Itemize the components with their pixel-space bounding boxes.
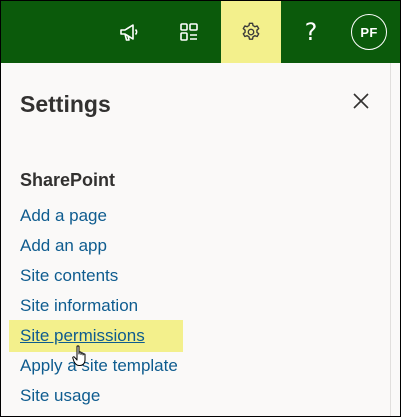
app-launcher-button[interactable]	[167, 1, 211, 63]
app-tiles-icon	[180, 23, 198, 41]
avatar[interactable]: PF	[351, 14, 387, 50]
settings-panel: Settings SharePoint Add a page Add an ap…	[1, 63, 391, 416]
gear-icon	[242, 22, 260, 40]
panel-title: Settings	[20, 91, 111, 117]
whats-new-button[interactable]	[107, 1, 151, 63]
help-button[interactable]: ?	[289, 1, 333, 63]
link-site-information[interactable]: Site information	[20, 293, 138, 319]
link-add-app[interactable]: Add an app	[20, 233, 107, 259]
settings-button[interactable]	[221, 1, 281, 63]
close-button[interactable]	[349, 89, 373, 113]
close-icon	[353, 93, 369, 109]
link-add-page[interactable]: Add a page	[20, 203, 107, 229]
section-title: SharePoint	[20, 170, 116, 190]
avatar-initials: PF	[360, 24, 378, 40]
settings-screenshot: ? PF Settings SharePoint Add a page Add …	[0, 0, 401, 417]
megaphone-icon	[120, 24, 138, 41]
help-icon: ?	[304, 18, 318, 46]
suite-header: ? PF	[1, 1, 400, 63]
link-site-contents[interactable]: Site contents	[20, 263, 118, 289]
link-site-usage[interactable]: Site usage	[20, 383, 100, 409]
link-site-permissions[interactable]: Site permissions	[9, 320, 183, 352]
hand-cursor-icon	[72, 345, 90, 372]
link-apply-site-template[interactable]: Apply a site template	[20, 353, 178, 379]
